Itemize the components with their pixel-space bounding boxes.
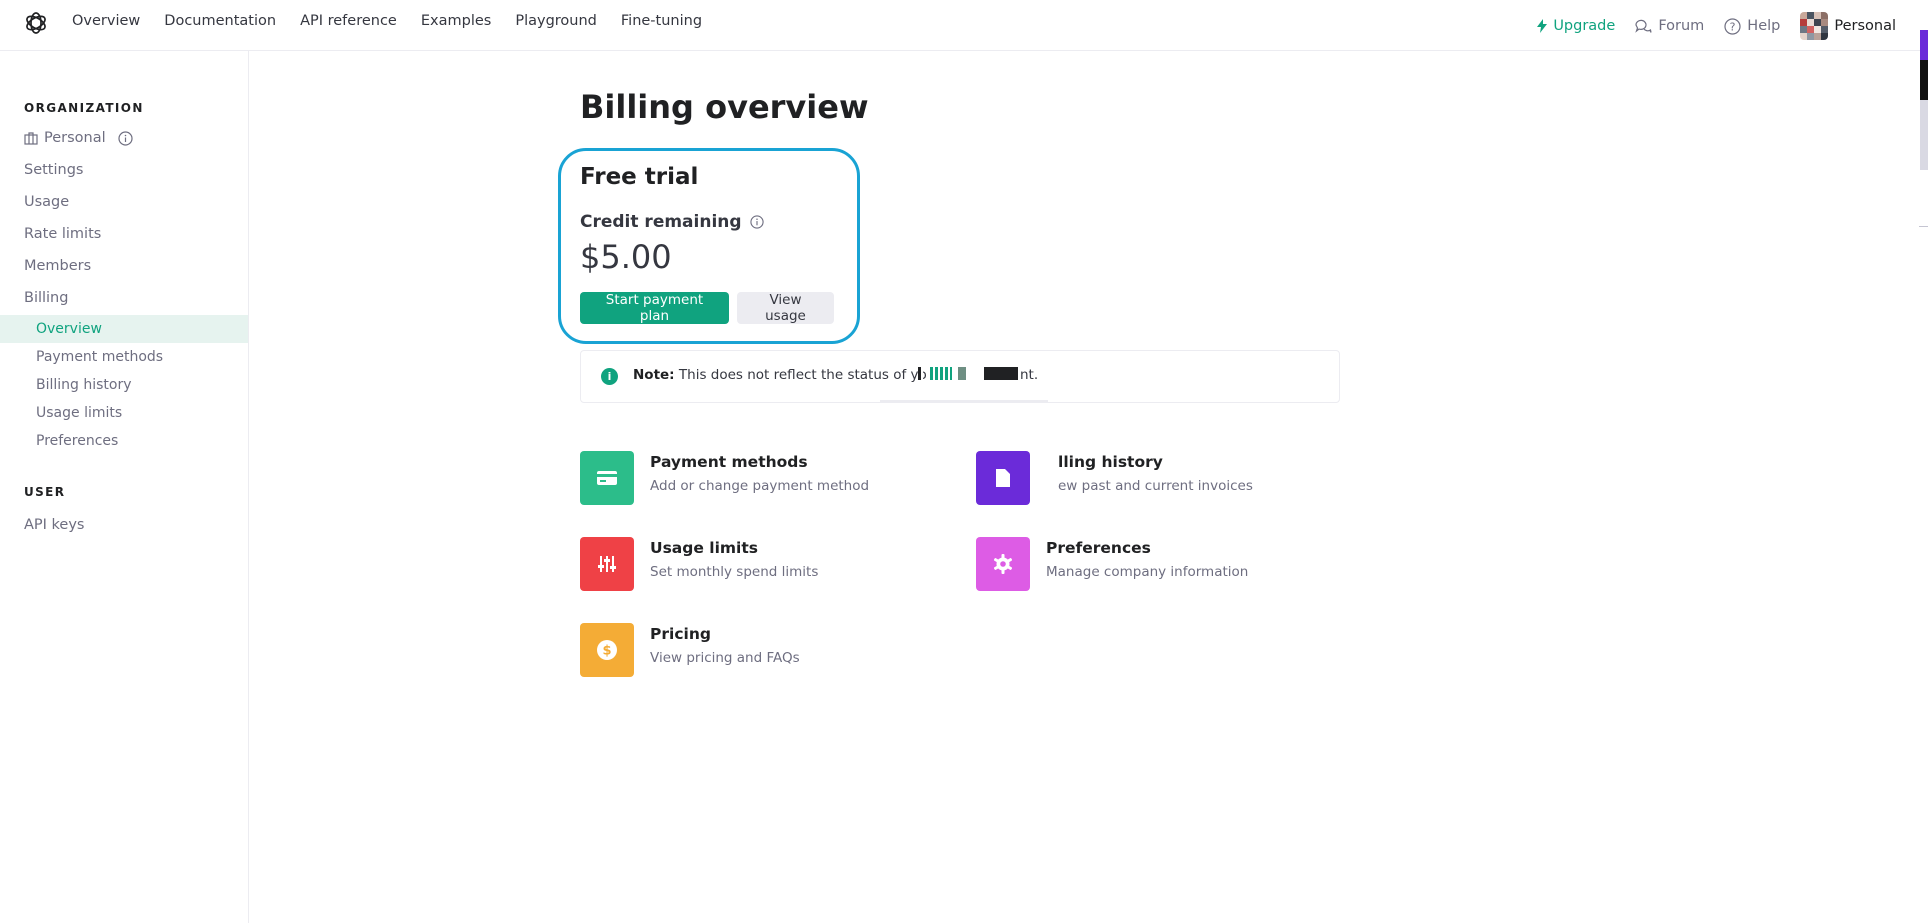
svg-text:$: $ bbox=[602, 644, 611, 659]
credit-remaining-value: $5.00 bbox=[580, 238, 672, 276]
credit-label-text: Credit remaining bbox=[580, 212, 742, 232]
start-payment-plan-button[interactable]: Start payment plan bbox=[580, 292, 729, 324]
tile-text: Usage limits Set monthly spend limits bbox=[650, 537, 818, 591]
tile-title: Preferences bbox=[1046, 539, 1151, 557]
organization-heading: ORGANIZATION bbox=[24, 101, 144, 115]
building-icon bbox=[24, 131, 38, 145]
upgrade-label: Upgrade bbox=[1553, 18, 1616, 34]
sidebar-sub-overview[interactable]: Overview bbox=[0, 315, 248, 343]
sidebar-item-rate-limits[interactable]: Rate limits bbox=[24, 226, 101, 242]
info-icon[interactable] bbox=[749, 215, 764, 229]
nav-overview[interactable]: Overview bbox=[72, 13, 140, 30]
tile-desc: Add or change payment method bbox=[650, 478, 870, 494]
redacted-fragment bbox=[930, 367, 952, 380]
trial-title: Free trial bbox=[580, 164, 699, 190]
document-icon bbox=[976, 451, 1030, 505]
forum-link[interactable]: Forum bbox=[1635, 18, 1704, 34]
tile-text: Preferences Manage company information bbox=[1046, 537, 1248, 591]
sidebar-sub-usage-limits[interactable]: Usage limits bbox=[0, 399, 248, 427]
help-circle-icon: ? bbox=[1724, 17, 1741, 35]
tile-desc: Set monthly spend limits bbox=[650, 564, 819, 580]
redacted-fragment bbox=[984, 367, 1018, 380]
note-tail: nt. bbox=[1020, 367, 1039, 383]
page-title: Billing overview bbox=[580, 88, 869, 126]
tile-billing-history[interactable]: lling history ew past and current invoic… bbox=[976, 451, 1253, 505]
sidebar: ORGANIZATION Personal Settings Usage Rat… bbox=[0, 51, 249, 923]
sidebar-sub-payment-methods[interactable]: Payment methods bbox=[0, 343, 248, 371]
nav-documentation[interactable]: Documentation bbox=[164, 13, 276, 30]
tile-title: Usage limits bbox=[650, 539, 759, 557]
lightning-icon bbox=[1537, 19, 1548, 33]
upgrade-link[interactable]: Upgrade bbox=[1537, 18, 1615, 34]
info-filled-icon: i bbox=[601, 368, 618, 385]
help-link[interactable]: ? Help bbox=[1724, 17, 1781, 35]
user-heading: USER bbox=[24, 485, 66, 499]
help-label: Help bbox=[1747, 18, 1781, 34]
sliders-icon bbox=[580, 537, 634, 591]
tile-payment-methods[interactable]: Payment methods Add or change payment me… bbox=[580, 451, 869, 505]
divider bbox=[1919, 226, 1928, 227]
gear-icon bbox=[976, 537, 1030, 591]
sidebar-sub-billing-history[interactable]: Billing history bbox=[0, 371, 248, 399]
note-text: Note: This does not reflect the status o… bbox=[633, 367, 927, 383]
tile-desc: View pricing and FAQs bbox=[650, 650, 800, 666]
svg-text:?: ? bbox=[1730, 20, 1736, 33]
top-navbar: Overview Documentation API reference Exa… bbox=[0, 0, 1928, 51]
sidebar-item-members[interactable]: Members bbox=[24, 258, 91, 274]
tile-title: lling history bbox=[1058, 453, 1163, 471]
tile-title: Pricing bbox=[650, 625, 711, 643]
redacted-fragment bbox=[958, 367, 966, 380]
tile-text: lling history ew past and current invoic… bbox=[1046, 451, 1253, 505]
tile-pricing[interactable]: $ Pricing View pricing and FAQs bbox=[580, 623, 800, 677]
sidebar-sub-preferences[interactable]: Preferences bbox=[0, 427, 248, 455]
credit-remaining-label: Credit remaining bbox=[580, 212, 764, 232]
sidebar-item-settings[interactable]: Settings bbox=[24, 162, 83, 178]
sidebar-item-billing[interactable]: Billing bbox=[24, 290, 68, 306]
scroll-indicator bbox=[1920, 30, 1928, 170]
avatar bbox=[1800, 12, 1829, 40]
note-label: Note: bbox=[633, 367, 675, 383]
nav-playground[interactable]: Playground bbox=[515, 13, 597, 30]
nav-examples[interactable]: Examples bbox=[421, 13, 491, 30]
organization-name: Personal bbox=[44, 130, 106, 146]
nav-fine-tuning[interactable]: Fine-tuning bbox=[621, 13, 702, 30]
tile-usage-limits[interactable]: Usage limits Set monthly spend limits bbox=[580, 537, 818, 591]
info-icon[interactable] bbox=[118, 130, 133, 146]
organization-selector[interactable]: Personal bbox=[24, 130, 133, 146]
tile-title: Payment methods bbox=[650, 453, 808, 471]
chat-bubbles-icon bbox=[1635, 19, 1652, 33]
nav-api-reference[interactable]: API reference bbox=[300, 13, 397, 30]
openai-logo-icon[interactable] bbox=[23, 10, 49, 36]
tile-text: Pricing View pricing and FAQs bbox=[650, 623, 800, 677]
view-usage-button[interactable]: View usage bbox=[737, 292, 834, 324]
redacted-fragment bbox=[918, 367, 923, 380]
sidebar-item-api-keys[interactable]: API keys bbox=[24, 517, 85, 533]
divider bbox=[880, 400, 1048, 402]
secondary-nav: Upgrade Forum ? Help Personal bbox=[1537, 12, 1896, 40]
tile-desc: ew past and current invoices bbox=[1058, 478, 1253, 494]
account-label: Personal bbox=[1834, 18, 1896, 34]
forum-label: Forum bbox=[1658, 18, 1705, 34]
tile-text: Payment methods Add or change payment me… bbox=[650, 451, 869, 505]
primary-nav: Overview Documentation API reference Exa… bbox=[72, 13, 702, 30]
dollar-coin-icon: $ bbox=[580, 623, 634, 677]
credit-card-icon bbox=[580, 451, 634, 505]
sidebar-item-usage[interactable]: Usage bbox=[24, 194, 69, 210]
tile-preferences[interactable]: Preferences Manage company information bbox=[976, 537, 1248, 591]
tile-desc: Manage company information bbox=[1046, 564, 1249, 580]
account-menu[interactable]: Personal bbox=[1800, 12, 1896, 40]
note-body: This does not reflect the status of yo bbox=[678, 367, 927, 383]
